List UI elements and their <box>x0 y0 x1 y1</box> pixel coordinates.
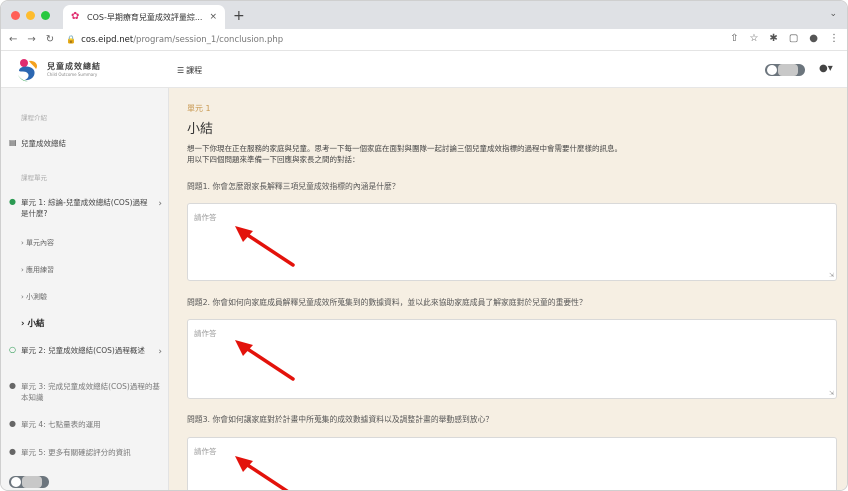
red-arrow-icon <box>235 456 289 490</box>
filled-dot-icon: ● <box>9 419 16 428</box>
maximize-window-button[interactable] <box>41 11 50 20</box>
url-path: /program/session_1/conclusion.php <box>133 34 284 45</box>
sidebar-item-label: 單元 2: 兒童成效總結(COS)過程概述 <box>21 346 145 355</box>
toggle-knob <box>11 477 21 487</box>
intro-text: 想一下你現在正在服務的家庭與兒童。思考一下每一個家庭在面對與團隊一起討論三個兒童… <box>187 143 827 165</box>
extensions-puzzle-icon[interactable]: ✱ <box>769 33 777 44</box>
intro-line-1: 想一下你現在正在服務的家庭與兒童。思考一下每一個家庭在面對與團隊一起討論三個兒童… <box>187 144 622 153</box>
course-menu-label: 課程 <box>186 66 203 75</box>
back-arrow-icon[interactable]: ← <box>9 34 17 45</box>
resize-grip-icon[interactable]: ⇲ <box>829 390 834 397</box>
resize-grip-icon[interactable]: ⇲ <box>829 272 834 279</box>
new-tab-button[interactable]: + <box>233 8 245 24</box>
share-icon[interactable]: ⇧ <box>730 33 738 44</box>
sidebar-sub-quiz[interactable]: › 小測驗 <box>21 292 47 302</box>
url-field[interactable]: 🔒 cos.eipd.net /program/session_1/conclu… <box>66 35 283 45</box>
red-arrow-icon <box>235 340 295 381</box>
address-bar: ← → ↻ 🔒 cos.eipd.net /program/session_1/… <box>1 29 847 51</box>
intro-line-2: 用以下四個問題來準備一下回應與家長之間的對話： <box>187 155 360 164</box>
tab-title: COS-早期療育兒童成效評量綜... <box>87 12 203 22</box>
sidebar-item-label: 單元 5: 更多有關確認評分的資訊 <box>21 448 131 457</box>
sidebar-item-label: 單元 3: 完成兒童成效總結(COS)過程的基本知識 <box>21 382 160 402</box>
profile-icon[interactable]: ● <box>809 33 818 44</box>
sidebar-item-unit-3[interactable]: ● 單元 3: 完成兒童成效總結(COS)過程的基本知識 <box>9 381 162 403</box>
sidebar-item-intro[interactable]: ▤ 兒童成效總結 <box>9 138 162 149</box>
logo-english-text: Child Outcome Summary <box>47 72 98 77</box>
bookmark-star-icon[interactable]: ☆ <box>749 33 758 44</box>
tab-close-icon[interactable]: × <box>209 12 217 22</box>
question-2-label: 問題2. 你會如何向家庭成員解釋兒童成效所蒐集到的數據資料，並以此來協助家庭成員… <box>187 298 587 307</box>
sidebar-sub-summary[interactable]: › 小結 <box>21 317 44 329</box>
filled-dot-icon: ● <box>9 447 16 456</box>
sidebar-heading-intro: 課程介紹 <box>21 114 47 122</box>
course-sidebar: 課程介紹 ▤ 兒童成效總結 課程單元 ● 單元 1: 綜論-兒童成效總結(COS… <box>1 88 169 490</box>
tab-strip: ✿ COS-早期療育兒童成效評量綜... × + ⌄ <box>1 1 847 29</box>
sidebar-item-label: 單元 4: 七點量表的運用 <box>21 420 101 429</box>
question-1-label: 問題1. 你會怎麼跟家長解釋三項兒童成效指標的內涵是什麼？ <box>187 182 400 191</box>
chevron-right-icon: › <box>158 347 162 357</box>
reload-icon[interactable]: ↻ <box>46 34 54 45</box>
answer-2-placeholder: 請作答 <box>194 329 217 338</box>
question-3-label: 問題3. 你會如何讓家庭對於計畫中所蒐集的成效數據資料以及調整計畫的舉動感到放心… <box>187 415 494 424</box>
redacted-label <box>22 476 42 488</box>
document-icon: ▤ <box>9 138 17 147</box>
page-title: 小結 <box>187 122 214 137</box>
filled-dot-icon: ● <box>9 197 16 206</box>
browser-window: ✿ COS-早期療育兒童成效評量綜... × + ⌄ ← → ↻ 🔒 cos.e… <box>0 0 848 491</box>
browser-tab[interactable]: ✿ COS-早期療育兒童成效評量綜... × <box>63 5 225 29</box>
hollow-circle-icon: ○ <box>9 345 16 354</box>
course-menu-button[interactable]: ☰ 課程 <box>177 65 202 76</box>
sidebar-item-unit-5[interactable]: ● 單元 5: 更多有關確認評分的資訊 <box>9 447 162 458</box>
minimize-window-button[interactable] <box>26 11 35 20</box>
redacted-label <box>778 64 798 76</box>
browser-menu-icon[interactable]: ⋮ <box>829 33 839 44</box>
forward-arrow-icon[interactable]: → <box>27 34 35 45</box>
sub-label: 小結 <box>27 319 45 329</box>
tab-search-chevron-icon[interactable]: ⌄ <box>829 9 837 19</box>
answer-1-placeholder: 請作答 <box>194 213 217 222</box>
window-controls <box>11 11 50 20</box>
sidebar-sub-content[interactable]: › 單元內容 <box>21 238 54 248</box>
sidepanel-icon[interactable]: ▢ <box>789 33 798 44</box>
sub-label: 應用練習 <box>26 266 55 274</box>
logo-chinese-text: 兒童成效總結 <box>47 62 101 71</box>
red-arrow-icon <box>235 226 295 267</box>
unit-label: 單元 1 <box>187 104 211 113</box>
site-logo[interactable]: 兒童成效總結 Child Outcome Summary <box>15 55 170 85</box>
chevron-right-icon: › <box>158 199 162 209</box>
url-host: cos.eipd.net <box>81 34 134 45</box>
site-favicon-icon: ✿ <box>71 11 80 22</box>
logo-mark-icon <box>18 59 38 82</box>
close-window-button[interactable] <box>11 11 20 20</box>
sidebar-sub-practice[interactable]: › 應用練習 <box>21 265 54 275</box>
lock-icon: 🔒 <box>66 35 77 44</box>
sidebar-item-label: 兒童成效總結 <box>21 139 66 148</box>
sidebar-item-label: 單元 1: 綜論-兒童成效總結(COS)過程是什麼? <box>21 198 148 218</box>
sub-label: 單元內容 <box>26 239 55 247</box>
sidebar-toggle-switch[interactable] <box>9 476 49 488</box>
sidebar-heading-units: 課程單元 <box>21 174 47 182</box>
answer-3-placeholder: 請作答 <box>194 447 217 456</box>
user-menu-icon[interactable]: ●▾ <box>819 63 833 74</box>
toggle-knob <box>767 65 777 75</box>
app-header: 兒童成效總結 Child Outcome Summary ☰ 課程 ●▾ <box>1 51 847 88</box>
header-toggle-switch[interactable] <box>765 64 805 76</box>
sidebar-item-unit-4[interactable]: ● 單元 4: 七點量表的運用 <box>9 419 162 430</box>
hamburger-icon: ☰ <box>177 66 185 75</box>
main-content: 單元 1 小結 想一下你現在正在服務的家庭與兒童。思考一下每一個家庭在面對與團隊… <box>169 88 847 490</box>
filled-dot-icon: ● <box>9 381 16 390</box>
sidebar-item-unit-1[interactable]: ● 單元 1: 綜論-兒童成效總結(COS)過程是什麼? › <box>9 197 162 219</box>
sub-label: 小測驗 <box>26 293 48 301</box>
sidebar-item-unit-2[interactable]: ○ 單元 2: 兒童成效總結(COS)過程概述 › <box>9 345 162 359</box>
